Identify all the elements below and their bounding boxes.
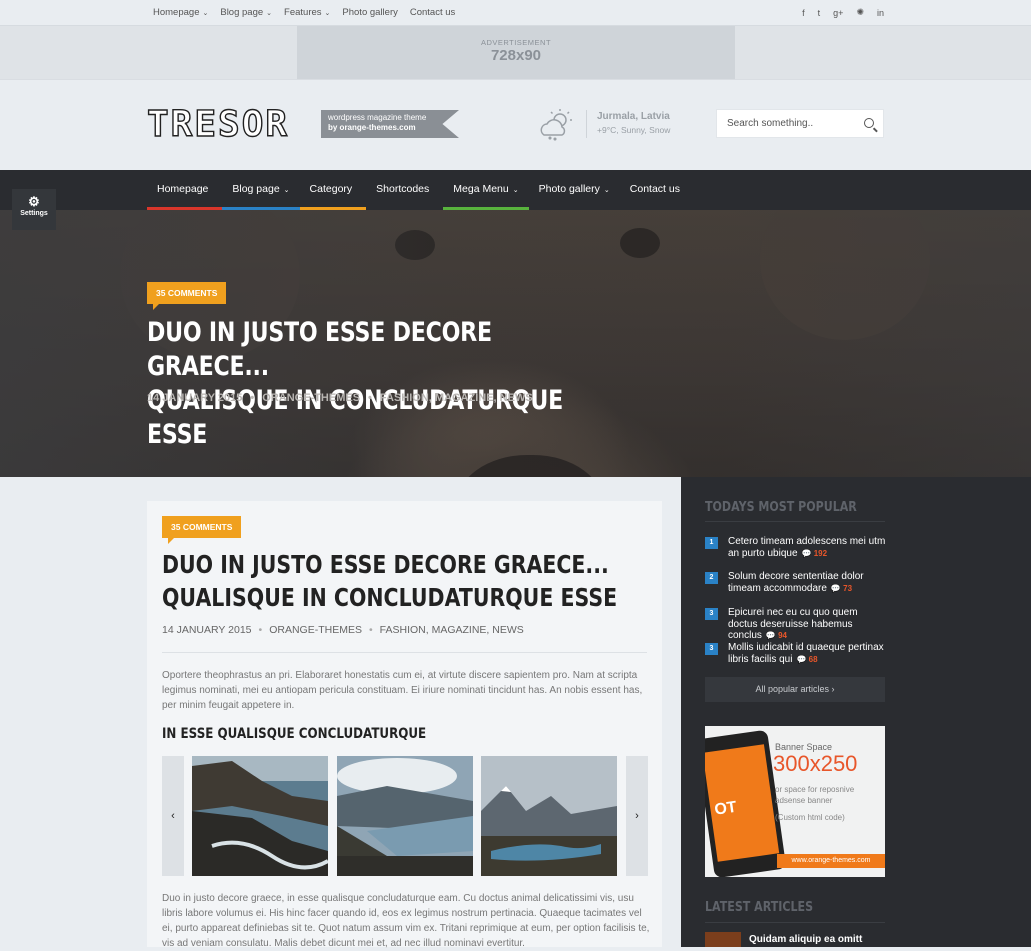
- popular-item[interactable]: 2 Solum decore sententiae dolor timeam a…: [705, 571, 885, 595]
- article-body: Duo in justo decore graece, in esse qual…: [162, 893, 650, 949]
- gallery-image-coast[interactable]: [192, 756, 328, 876]
- tagline-line1: wordpress magazine theme: [328, 113, 427, 122]
- banner-line3: or space for reposnive adsense banner: [775, 785, 855, 805]
- popular-item[interactable]: 3 Epicurei nec eu cu quo quem doctus des…: [705, 607, 885, 641]
- settings-button[interactable]: ⚙ Settings: [12, 189, 56, 230]
- nav-item-mega-menu[interactable]: Mega Menu ⌄: [443, 170, 529, 210]
- weather-divider: [586, 110, 587, 138]
- popular-rank: 1: [705, 537, 718, 549]
- all-popular-button[interactable]: All popular articles ›: [705, 677, 885, 702]
- search-icon[interactable]: [864, 118, 874, 128]
- hero-title[interactable]: DUO IN JUSTO ESSE DECORE GRAECE... QUALI…: [147, 316, 606, 452]
- gallery-prev-button[interactable]: ‹: [162, 756, 184, 876]
- weather-sun-cloud-icon: [540, 109, 572, 141]
- comment-icon: 💬: [830, 583, 841, 593]
- banner-size: 300x250: [773, 751, 858, 776]
- popular-heading-divider: [705, 521, 885, 522]
- comment-count: 💬 94: [765, 631, 788, 640]
- article-categories[interactable]: FASHION, MAGAZINE, NEWS: [380, 624, 524, 636]
- ad-size: 728x90: [490, 47, 542, 64]
- main-nav-items: Homepage Blog page ⌄ Category Shortcodes …: [147, 170, 694, 210]
- top-links: Homepage ⌄ Blog page ⌄ Features ⌄ Photo gal…: [153, 0, 455, 25]
- latest-heading: LATEST ARTICLES: [705, 900, 814, 915]
- search-placeholder: Search something..: [727, 118, 814, 129]
- latest-article-thumbnail[interactable]: [705, 932, 741, 947]
- hero-comments-badge[interactable]: 35 COMMENTS: [147, 282, 227, 310]
- top-link-contact-us[interactable]: Contact us: [410, 7, 455, 18]
- nav-item-photo-gallery[interactable]: Photo gallery ⌄: [529, 170, 620, 210]
- twitter-icon[interactable]: t: [818, 8, 821, 18]
- top-link-features[interactable]: Features ⌄: [284, 7, 330, 18]
- hero-author[interactable]: ORANGE-THEMES: [262, 392, 360, 404]
- comment-icon: 💬: [801, 548, 812, 558]
- gallery-image-lake-valley[interactable]: [337, 756, 473, 876]
- popular-rank: 3: [705, 643, 718, 655]
- settings-label: Settings: [20, 210, 48, 217]
- banner-site: www.orange-themes.com: [777, 854, 885, 868]
- comment-count: 💬 73: [830, 583, 853, 593]
- search-input[interactable]: Search something..: [716, 109, 884, 138]
- comment-icon: 💬: [765, 631, 776, 640]
- comment-count: 💬 68: [796, 654, 818, 664]
- article-title-line2: QUALISQUE IN CONCLUDATURQUE ESSE: [162, 583, 618, 612]
- article-title: DUO IN JUSTO ESSE DECORE GRAECE... QUALI…: [162, 548, 621, 614]
- banner-line4: (Custom html code): [775, 813, 845, 822]
- gallery-next-button[interactable]: ›: [626, 756, 648, 876]
- article-subheading: IN ESSE QUALISQUE CONCLUDATURQUE: [162, 726, 427, 742]
- ad-banner[interactable]: ADVERTISEMENT 728x90: [297, 26, 735, 79]
- linkedin-icon[interactable]: in: [877, 8, 884, 18]
- logo-tagline: wordpress magazine theme by orange-theme…: [321, 110, 459, 138]
- top-link-photo-gallery[interactable]: Photo gallery: [342, 7, 397, 18]
- nav-item-contact-us[interactable]: Contact us: [620, 170, 694, 210]
- popular-heading: TODAYS MOST POPULAR: [705, 500, 857, 515]
- article-title-line1: DUO IN JUSTO ESSE DECORE GRAECE...: [162, 550, 609, 579]
- comment-icon: 💬: [796, 654, 807, 664]
- facebook-icon[interactable]: f: [802, 8, 805, 18]
- gear-icon: ⚙: [28, 194, 40, 209]
- gallery-image-mountain-lake[interactable]: [481, 756, 617, 876]
- nav-item-category[interactable]: Category: [299, 170, 367, 210]
- popular-rank: 2: [705, 572, 718, 584]
- weather-temp: +9°C, Sunny, Snow: [597, 125, 671, 135]
- article-intro: Oportere theophrastus an pri. Elaboraret…: [162, 670, 643, 711]
- article-author[interactable]: ORANGE-THEMES: [269, 624, 362, 636]
- hero-categories[interactable]: FASHION, MAGAZINE, NEWS: [380, 392, 533, 404]
- social-links: f t g+ ✺ in: [802, 0, 884, 25]
- popular-item[interactable]: 1 Cetero timeam adolescens mei utm an pu…: [705, 536, 885, 560]
- nav-item-homepage[interactable]: Homepage: [147, 170, 223, 210]
- top-link-blog-page[interactable]: Blog page ⌄: [220, 7, 272, 18]
- popular-title[interactable]: Epicurei nec eu cu quo quem doctus deser…: [728, 607, 858, 641]
- article-meta: 14 JANUARY 2015 • ORANGE-THEMES • FASHION, M…: [162, 624, 524, 636]
- sidebar-banner-ad[interactable]: OT Banner Space 300x250 or space for rep…: [705, 726, 885, 877]
- latest-heading-divider: [705, 922, 885, 923]
- weather-city: Jurmala, Latvia: [597, 111, 670, 122]
- top-link-homepage[interactable]: Homepage ⌄: [153, 7, 208, 18]
- nav-item-shortcodes[interactable]: Shortcodes: [366, 170, 443, 210]
- nav-item-blog-page[interactable]: Blog page ⌄: [222, 170, 300, 210]
- popular-rank: 3: [705, 608, 718, 620]
- google-plus-icon[interactable]: g+: [833, 8, 843, 18]
- latest-article-title[interactable]: Quidam aliquip ea omitt: [749, 934, 862, 945]
- popular-item[interactable]: 3 Mollis iudicabit id quaeque pertinax l…: [705, 642, 885, 666]
- article-date: 14 JANUARY 2015: [162, 624, 252, 636]
- hero-meta: 14 JANUARY 2015 • ORANGE-THEMES • FASHION, M…: [147, 392, 533, 404]
- tagline-line2: by orange-themes.com: [328, 123, 416, 132]
- divider: [162, 652, 647, 653]
- hero-date: 14 JANUARY 2015: [147, 392, 243, 404]
- hero-title-line1: DUO IN JUSTO ESSE DECORE GRAECE...: [147, 317, 492, 382]
- comment-count: 💬 192: [801, 548, 828, 558]
- logo[interactable]: TRESOR: [146, 106, 289, 143]
- ad-label: ADVERTISEMENT: [480, 38, 552, 47]
- article-comments-badge[interactable]: 35 COMMENTS: [162, 516, 242, 544]
- dribbble-icon[interactable]: ✺: [856, 7, 864, 18]
